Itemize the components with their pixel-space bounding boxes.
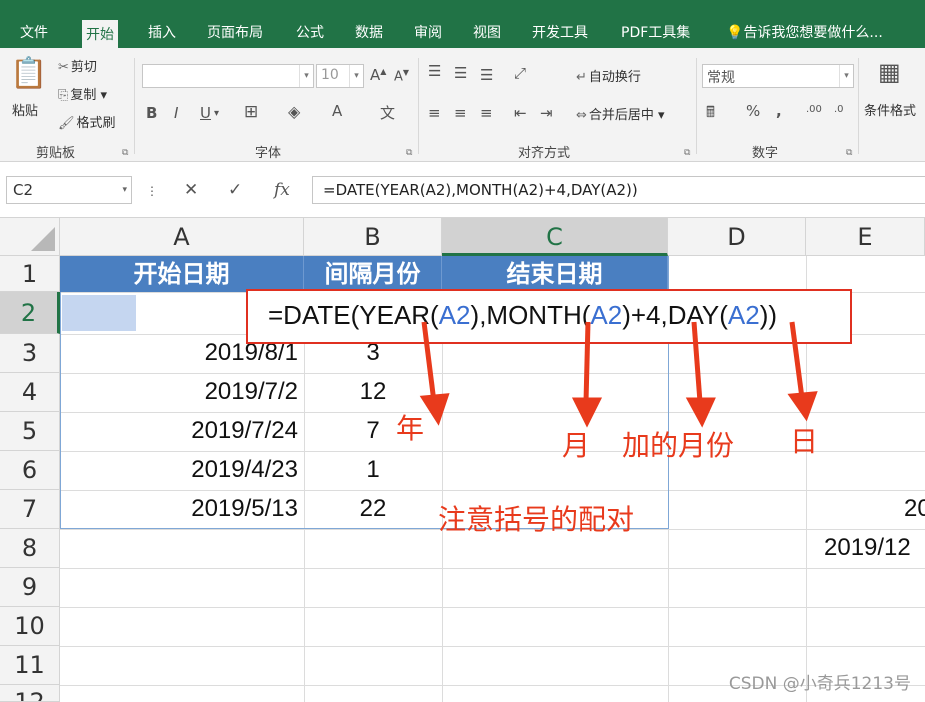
note-year: 年 — [396, 412, 425, 445]
arrow-year — [421, 321, 437, 403]
annotation-arrows — [419, 321, 818, 428]
arrow-month — [583, 321, 591, 403]
note-paren-matching: 注意括号的配对 — [438, 503, 635, 536]
watermark: CSDN @小奇兵1213号 — [728, 674, 911, 694]
note-month: 月 — [562, 429, 591, 462]
note-day: 日 — [790, 425, 819, 458]
arrow-day — [789, 321, 805, 399]
arrow-added-months — [691, 321, 703, 403]
arrowhead-added-months — [685, 397, 716, 428]
arrowhead-day — [787, 391, 818, 422]
note-added-months: 加的月份 — [622, 429, 735, 462]
arrowhead-month — [571, 397, 603, 428]
arrowhead-year — [419, 393, 450, 426]
